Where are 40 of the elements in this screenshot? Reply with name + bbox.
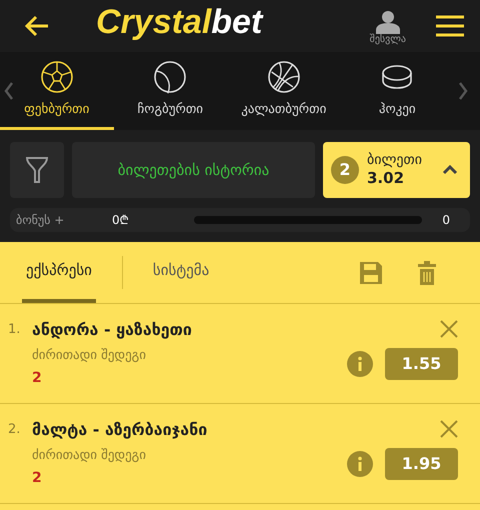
user-icon[interactable]: [374, 10, 401, 34]
chevron-right-icon[interactable]: [458, 82, 468, 100]
chevron-left-icon[interactable]: [4, 82, 14, 100]
save-icon[interactable]: [360, 262, 382, 284]
bonus-value: 0: [442, 212, 450, 229]
ticket-button[interactable]: 2 ბილეთი 3.02: [323, 142, 470, 198]
info-icon[interactable]: [347, 451, 373, 477]
sport-tab[interactable]: კალათბურთი: [227, 52, 340, 130]
ticket-count-badge: 2: [331, 156, 359, 184]
bonus-amount: 0₾: [112, 212, 130, 229]
ticket-history-button[interactable]: ბილეთების ისტორია: [72, 142, 315, 198]
info-icon[interactable]: [347, 351, 373, 377]
bonus-label: ბონუს +: [16, 212, 66, 229]
match-name: ანდორა - ყაზახეთი: [32, 319, 193, 341]
selected-outcome: 2: [32, 468, 43, 488]
match-name: მალტა - აზერბაიჯანი: [32, 419, 208, 441]
back-arrow-icon[interactable]: [24, 15, 50, 37]
funnel-icon: [26, 156, 48, 184]
sport-tab[interactable]: ჰოკეი: [340, 52, 454, 130]
tennis-ball-icon: [153, 60, 188, 94]
close-icon[interactable]: [440, 320, 458, 338]
close-icon[interactable]: [440, 420, 458, 438]
filter-button[interactable]: [10, 142, 64, 198]
ticket-label: ბილეთი: [367, 152, 422, 170]
selected-outcome: 2: [32, 368, 43, 388]
ticket-odds: 3.02: [367, 169, 404, 188]
chevron-up-icon: [442, 165, 458, 175]
market-name: ძირითადი შედეგი: [32, 447, 147, 465]
basketball-icon: [266, 60, 301, 94]
sport-tab[interactable]: ჩოგბურთი: [114, 52, 227, 130]
bet-type-tab[interactable]: ექსპრესი: [22, 242, 96, 303]
trash-icon[interactable]: [418, 260, 436, 284]
logo: Crystalbet: [96, 5, 262, 39]
login-link[interactable]: შესვლა: [370, 34, 406, 46]
menu-icon[interactable]: [436, 14, 464, 38]
soccer-ball-icon: [40, 60, 74, 94]
market-name: ძირითადი შედეგი: [32, 347, 147, 365]
bet-type-tab[interactable]: სისტემა: [148, 242, 214, 303]
bet-number: 2.: [8, 421, 22, 439]
bet-number: 1.: [8, 321, 22, 339]
